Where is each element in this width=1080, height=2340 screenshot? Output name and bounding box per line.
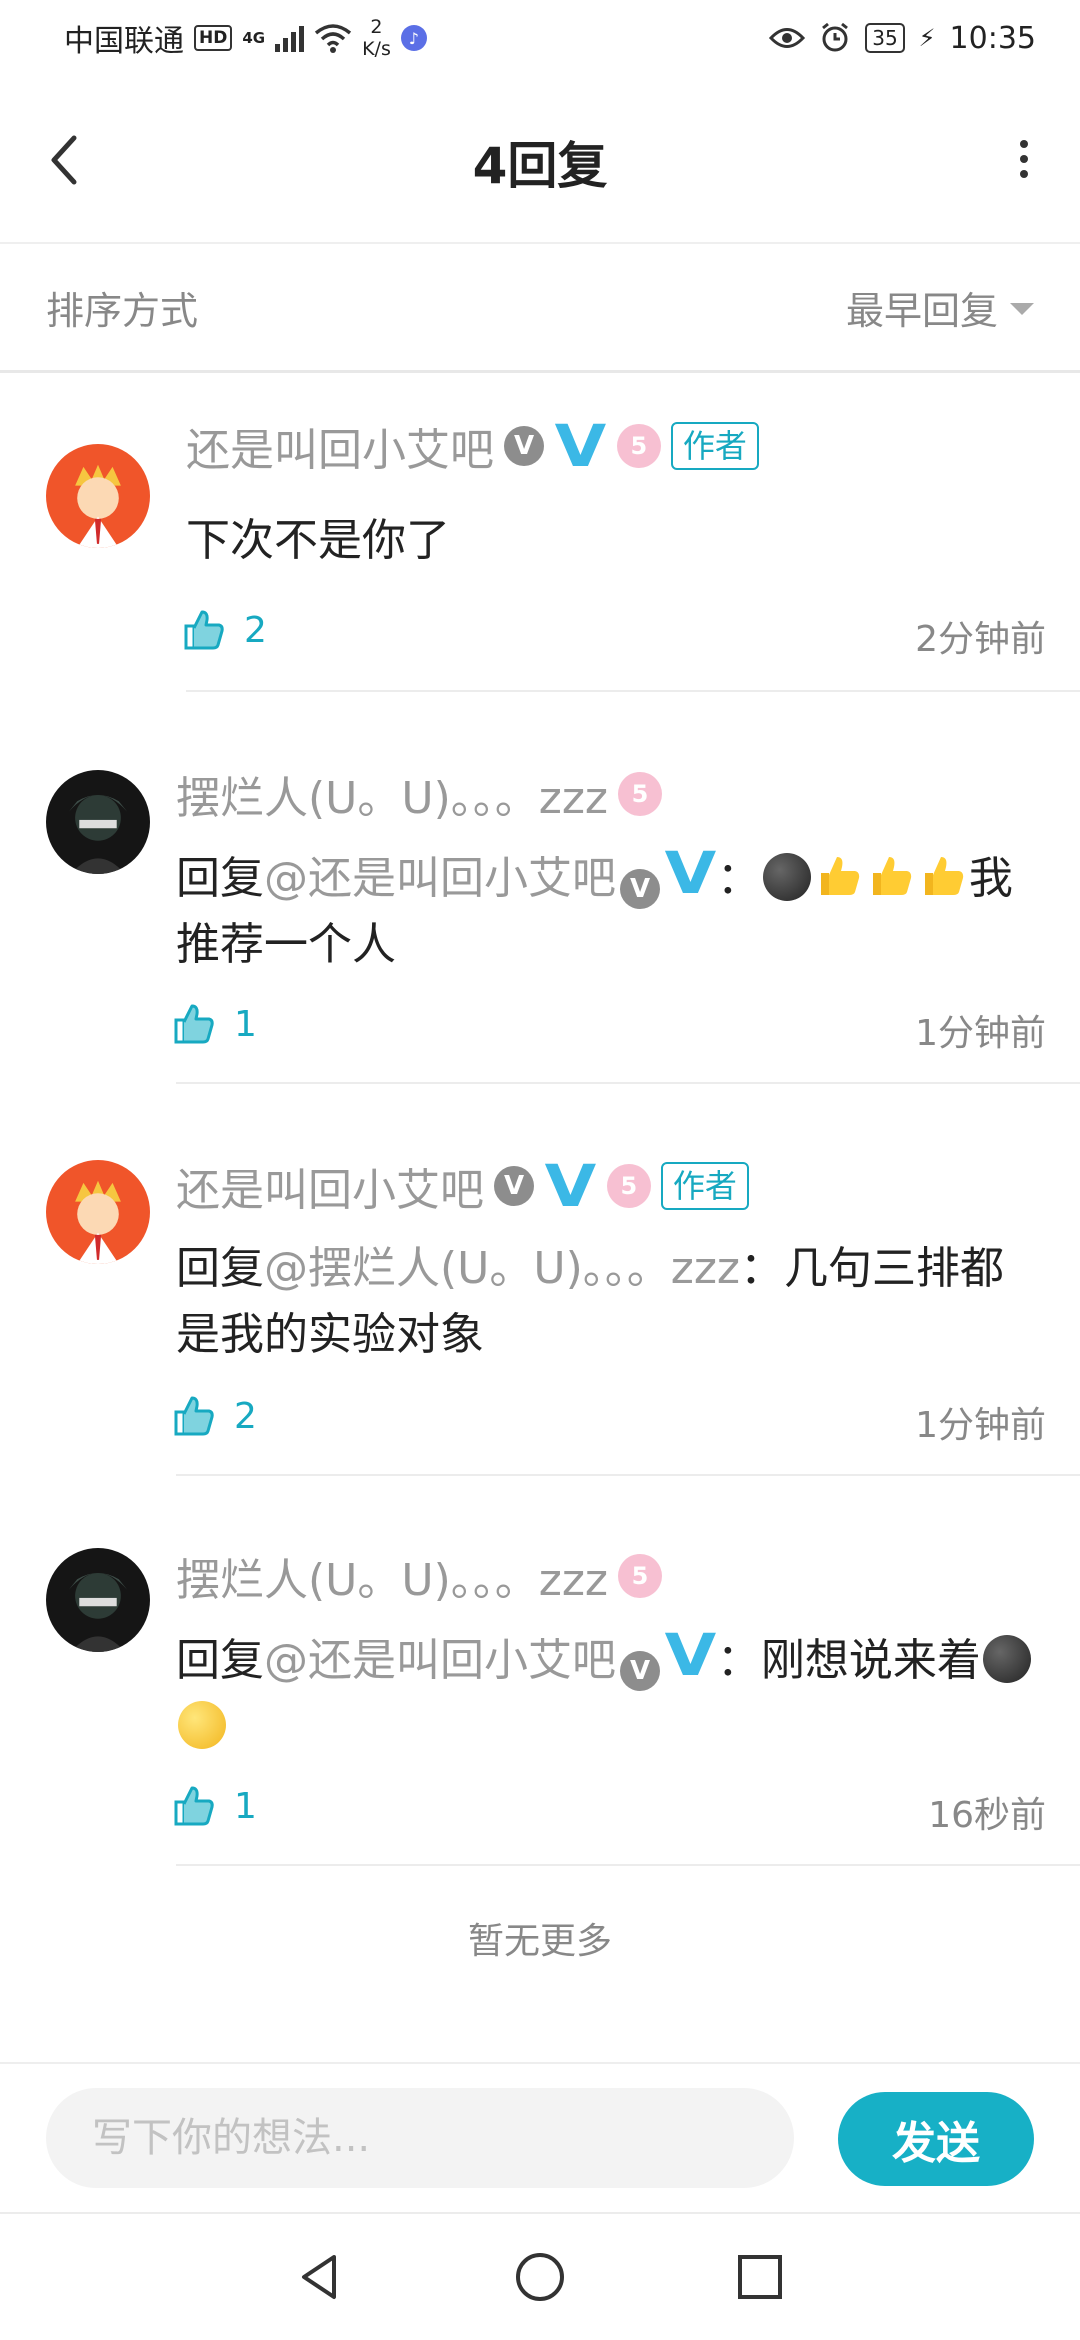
reply-time: 1分钟前 — [915, 1405, 1046, 1446]
sort-label: 排序方式 — [46, 288, 199, 333]
send-button[interactable]: 发送 — [838, 2092, 1034, 2186]
more-dot-icon — [1020, 170, 1028, 178]
like-count: 1 — [234, 1785, 257, 1827]
reply-item: 摆烂人(U。U)。。。zzz 5 回复@还是叫回小艾吧 V V：刚想说来着 1 16… — [0, 1478, 1080, 1870]
emoji-thumbs-up-icon — [872, 857, 912, 895]
hd-icon: HD — [194, 25, 233, 51]
page-title: 4回复 — [472, 137, 608, 195]
music-icon: ♪ — [400, 25, 427, 51]
reply-content[interactable]: 回复@还是叫回小艾吧 V V： 我推荐一个人 — [176, 844, 1036, 978]
avatar[interactable] — [46, 1548, 150, 1652]
more-options-button[interactable] — [1004, 134, 1044, 184]
clock-time: 10:35 — [949, 20, 1036, 56]
reply-time: 1分钟前 — [915, 1013, 1046, 1054]
verified-blue-icon: V — [664, 839, 717, 907]
thumbs-up-icon — [174, 1786, 214, 1826]
emoji-dark-face-icon — [762, 853, 811, 901]
verified-grey-icon: V — [620, 869, 660, 909]
username[interactable]: 摆烂人(U。U)。。。zzz — [176, 762, 608, 826]
comment-input[interactable] — [46, 2088, 794, 2188]
comment-composer: 发送 — [0, 2062, 1080, 2212]
author-tag: 作者 — [670, 422, 759, 470]
reply-item: 摆烂人(U。U)。。。zzz 5 回复@还是叫回小艾吧 V V： 我推荐一个人 1 1… — [0, 692, 1080, 1084]
reply-content[interactable]: 回复@摆烂人(U。U)。。。zzz：几句三排都是我的实验对象 — [176, 1236, 1036, 1368]
level-badge-icon: 5 — [606, 1164, 651, 1208]
reply-divider — [176, 1864, 1080, 1866]
verified-grey-icon: V — [620, 1651, 660, 1691]
emoji-thumbs-up-icon — [820, 857, 860, 895]
reply-time: 16秒前 — [928, 1795, 1046, 1836]
eye-icon — [769, 28, 806, 48]
verified-grey-icon: V — [494, 1166, 534, 1206]
more-dot-icon — [1020, 140, 1028, 148]
thumbs-up-icon — [184, 610, 224, 650]
status-bar: 中国联通 HD 4G 2 K/s ♪ 35 ⚡ 10:35 — [0, 0, 1080, 76]
username[interactable]: 还是叫回小艾吧 — [176, 1154, 484, 1218]
like-button[interactable]: 1 — [172, 1784, 257, 1828]
avatar[interactable] — [46, 770, 150, 874]
like-count: 2 — [234, 1395, 257, 1437]
level-badge-icon: 5 — [618, 772, 663, 816]
verified-blue-icon: V — [544, 1152, 597, 1220]
sort-dropdown[interactable]: 最早回复 — [846, 280, 1034, 335]
emoji-dark-face-icon — [982, 1635, 1031, 1683]
like-button[interactable]: 2 — [172, 1394, 257, 1438]
emoji-thumbs-up-icon — [924, 857, 964, 895]
user-line: 还是叫回小艾吧 V V 5 作者 — [186, 414, 759, 478]
verified-blue-icon: V — [554, 412, 607, 480]
nav-home-icon[interactable] — [510, 2247, 570, 2307]
user-line: 摆烂人(U。U)。。。zzz 5 — [176, 1544, 663, 1608]
no-more-text: 暂无更多 — [467, 1921, 612, 1962]
level-badge-icon: 5 — [618, 1554, 663, 1598]
verified-blue-icon: V — [664, 1621, 717, 1689]
reply-content[interactable]: 回复@还是叫回小艾吧 V V：刚想说来着 — [176, 1626, 1036, 1760]
network-speed: 2 K/s — [362, 16, 391, 60]
verified-grey-icon: V — [504, 426, 544, 466]
sort-bar: 排序方式 最早回复 — [0, 244, 1080, 370]
thumbs-up-icon — [174, 1396, 214, 1436]
emoji-smile-icon — [178, 1701, 226, 1749]
like-button[interactable]: 1 — [172, 1002, 257, 1046]
battery-icon: 35 — [865, 23, 905, 53]
nav-recents-icon[interactable] — [730, 2247, 790, 2307]
reply-content[interactable]: 下次不是你了 — [186, 508, 1046, 574]
user-line: 还是叫回小艾吧 V V 5 作者 — [176, 1154, 749, 1218]
more-dot-icon — [1020, 155, 1028, 163]
signal-icon — [275, 24, 305, 52]
username[interactable]: 还是叫回小艾吧 — [186, 414, 494, 478]
reply-time: 2分钟前 — [915, 619, 1046, 660]
reply-divider — [176, 1474, 1080, 1476]
caret-down-icon — [1010, 303, 1034, 315]
sort-value: 最早回复 — [845, 288, 998, 333]
app-header: 4回复 — [0, 100, 1080, 240]
reply-item: 还是叫回小艾吧 V V 5 作者 回复@摆烂人(U。U)。。。zzz：几句三排都… — [0, 1084, 1080, 1478]
like-button[interactable]: 2 — [182, 608, 267, 652]
avatar[interactable] — [46, 444, 150, 548]
system-navigation-bar — [0, 2212, 1080, 2340]
charging-icon: ⚡ — [918, 24, 936, 52]
like-count: 1 — [234, 1003, 257, 1045]
alarm-icon — [822, 22, 849, 52]
wifi-icon — [314, 24, 352, 53]
level-badge-icon: 5 — [616, 424, 661, 468]
reply-item: 还是叫回小艾吧 V V 5 作者 下次不是你了 2 2分钟前 — [0, 372, 1080, 692]
nav-back-icon[interactable] — [290, 2247, 350, 2307]
thumbs-up-icon — [174, 1004, 214, 1044]
user-line: 摆烂人(U。U)。。。zzz 5 — [176, 762, 663, 826]
avatar[interactable] — [46, 1160, 150, 1264]
username[interactable]: 摆烂人(U。U)。。。zzz — [176, 1544, 608, 1608]
carrier-name: 中国联通 — [64, 24, 184, 59]
like-count: 2 — [244, 609, 267, 651]
network-type: 4G — [242, 29, 266, 47]
author-tag: 作者 — [660, 1162, 749, 1210]
